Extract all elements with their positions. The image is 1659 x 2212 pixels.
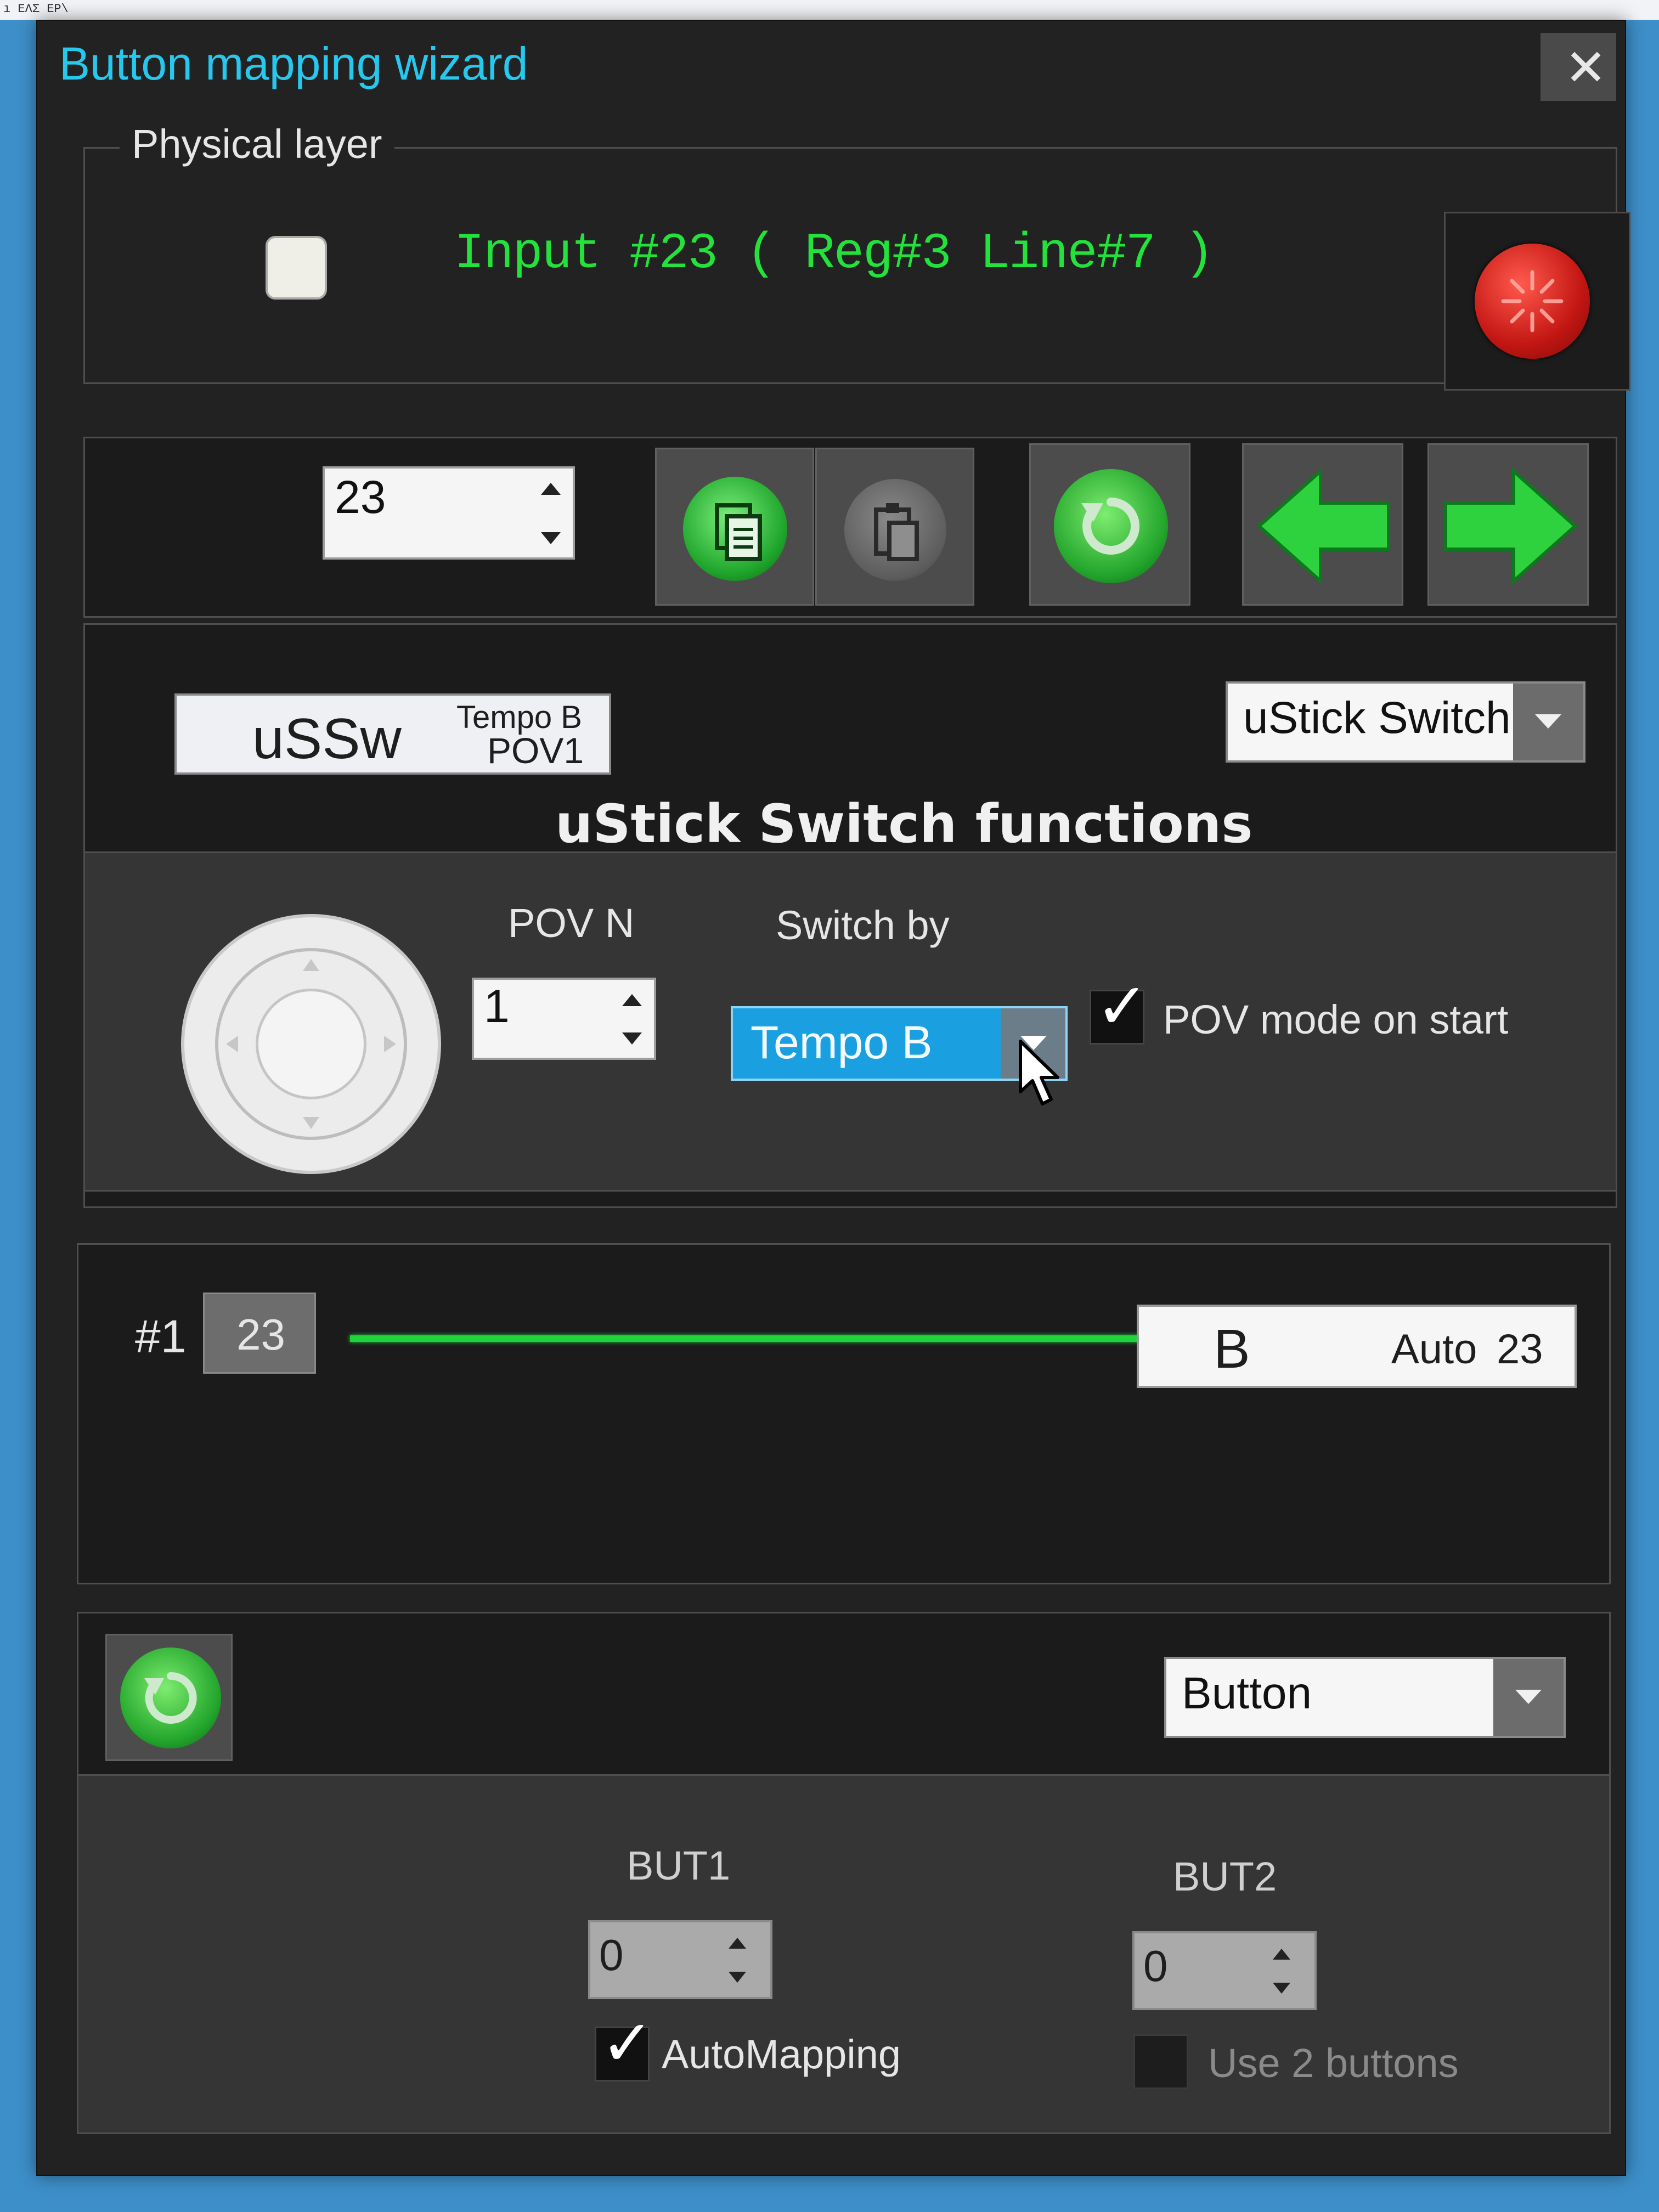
but2-value: 0 (1143, 1942, 1168, 1990)
paste-icon (844, 479, 946, 581)
switch-by-value: Tempo B (751, 1017, 933, 1068)
but2-label: BUT2 (1173, 1854, 1277, 1899)
but1-stepper[interactable]: 0 (588, 1920, 772, 1999)
stepper-down-icon[interactable] (729, 1972, 746, 1983)
use-2-buttons-checkbox[interactable] (1133, 2034, 1188, 2089)
stepper-down-icon[interactable] (622, 1032, 642, 1045)
stepper-down-icon[interactable] (541, 532, 561, 544)
chevron-down-icon[interactable] (1493, 1659, 1564, 1736)
use-2-buttons-label: Use 2 buttons (1208, 2040, 1459, 2086)
mapping-target-number: 23 (1497, 1326, 1543, 1373)
physical-layer-legend: Physical layer (120, 121, 394, 167)
desktop-text-fragment: ı ΕΛΣ ΕΡ\ (3, 2, 69, 16)
physical-input-info: Input #23 ( Reg#3 Line#7 ) (454, 225, 1214, 283)
switch-by-label: Switch by (776, 902, 950, 948)
stepper-up-icon[interactable] (729, 1938, 746, 1949)
mapping-target-letter: B (1214, 1318, 1250, 1380)
previous-button[interactable] (1242, 443, 1403, 606)
stepper-up-icon[interactable] (541, 483, 561, 495)
mouse-cursor-icon (1019, 1040, 1059, 1105)
joystick-direction-arrows (226, 959, 396, 1129)
output-reset-button[interactable] (105, 1634, 233, 1761)
window-title: Button mapping wizard (59, 38, 528, 89)
reset-icon (120, 1647, 221, 1748)
copy-button[interactable] (655, 448, 814, 606)
pov-n-label: POV N (508, 900, 635, 946)
mapping-link-line (350, 1335, 1141, 1342)
input-number-value: 23 (335, 471, 386, 523)
checkmark-icon: ✓ (601, 2006, 654, 2080)
stepper-down-icon[interactable] (1273, 1983, 1290, 1994)
mapping-target-mode: Auto (1391, 1326, 1477, 1373)
pov-mode-checkbox[interactable]: ✓ (1090, 975, 1149, 1045)
next-button[interactable] (1427, 443, 1589, 606)
pov-mode-label: POV mode on start (1163, 997, 1509, 1042)
function-type-select[interactable]: uStick Switch (1226, 681, 1585, 763)
status-led-icon (1475, 244, 1590, 359)
copy-icon (683, 477, 787, 581)
next-arrow-icon (1444, 467, 1578, 585)
but1-label: BUT1 (627, 1843, 731, 1888)
function-tag: uSSw Tempo B POV1 (174, 693, 611, 775)
output-type-value: Button (1182, 1668, 1312, 1718)
paste-button[interactable] (815, 448, 974, 606)
chevron-down-icon[interactable] (1513, 684, 1583, 760)
reset-icon (1054, 469, 1168, 583)
physical-state-indicator (266, 236, 327, 300)
but2-stepper[interactable]: 0 (1132, 1931, 1317, 2010)
but1-value: 0 (599, 1931, 624, 1979)
mapping-input-number: 23 (236, 1310, 285, 1359)
checkmark-icon: ✓ (1096, 969, 1149, 1043)
button-mapping-wizard-window: Button mapping wizard ✕ Physical layer I… (36, 20, 1630, 2176)
pov-number-value: 1 (484, 980, 510, 1032)
mapping-target[interactable]: B Auto 23 (1137, 1305, 1577, 1388)
reset-button[interactable] (1029, 443, 1190, 606)
output-type-select[interactable]: Button (1164, 1657, 1566, 1738)
stepper-up-icon[interactable] (1273, 1949, 1290, 1960)
close-icon[interactable]: ✕ (1565, 43, 1607, 93)
pov-number-stepper[interactable]: 1 (472, 978, 656, 1060)
input-number-stepper[interactable]: 23 (323, 466, 575, 560)
prev-arrow-icon (1256, 467, 1390, 585)
stepper-up-icon[interactable] (622, 994, 642, 1006)
section-title: uStick Switch functions (555, 793, 1253, 855)
function-tag-main: uSSw (252, 707, 402, 771)
function-type-value: uStick Switch (1243, 693, 1511, 743)
function-tag-sub2: POV1 (487, 730, 584, 771)
mapping-index-label: #1 (135, 1311, 187, 1362)
desktop-taskbar-strip (0, 0, 1659, 20)
automapping-checkbox[interactable]: ✓ (595, 2012, 654, 2081)
mapping-input-tag: 23 (203, 1293, 316, 1374)
automapping-label: AutoMapping (662, 2032, 901, 2077)
